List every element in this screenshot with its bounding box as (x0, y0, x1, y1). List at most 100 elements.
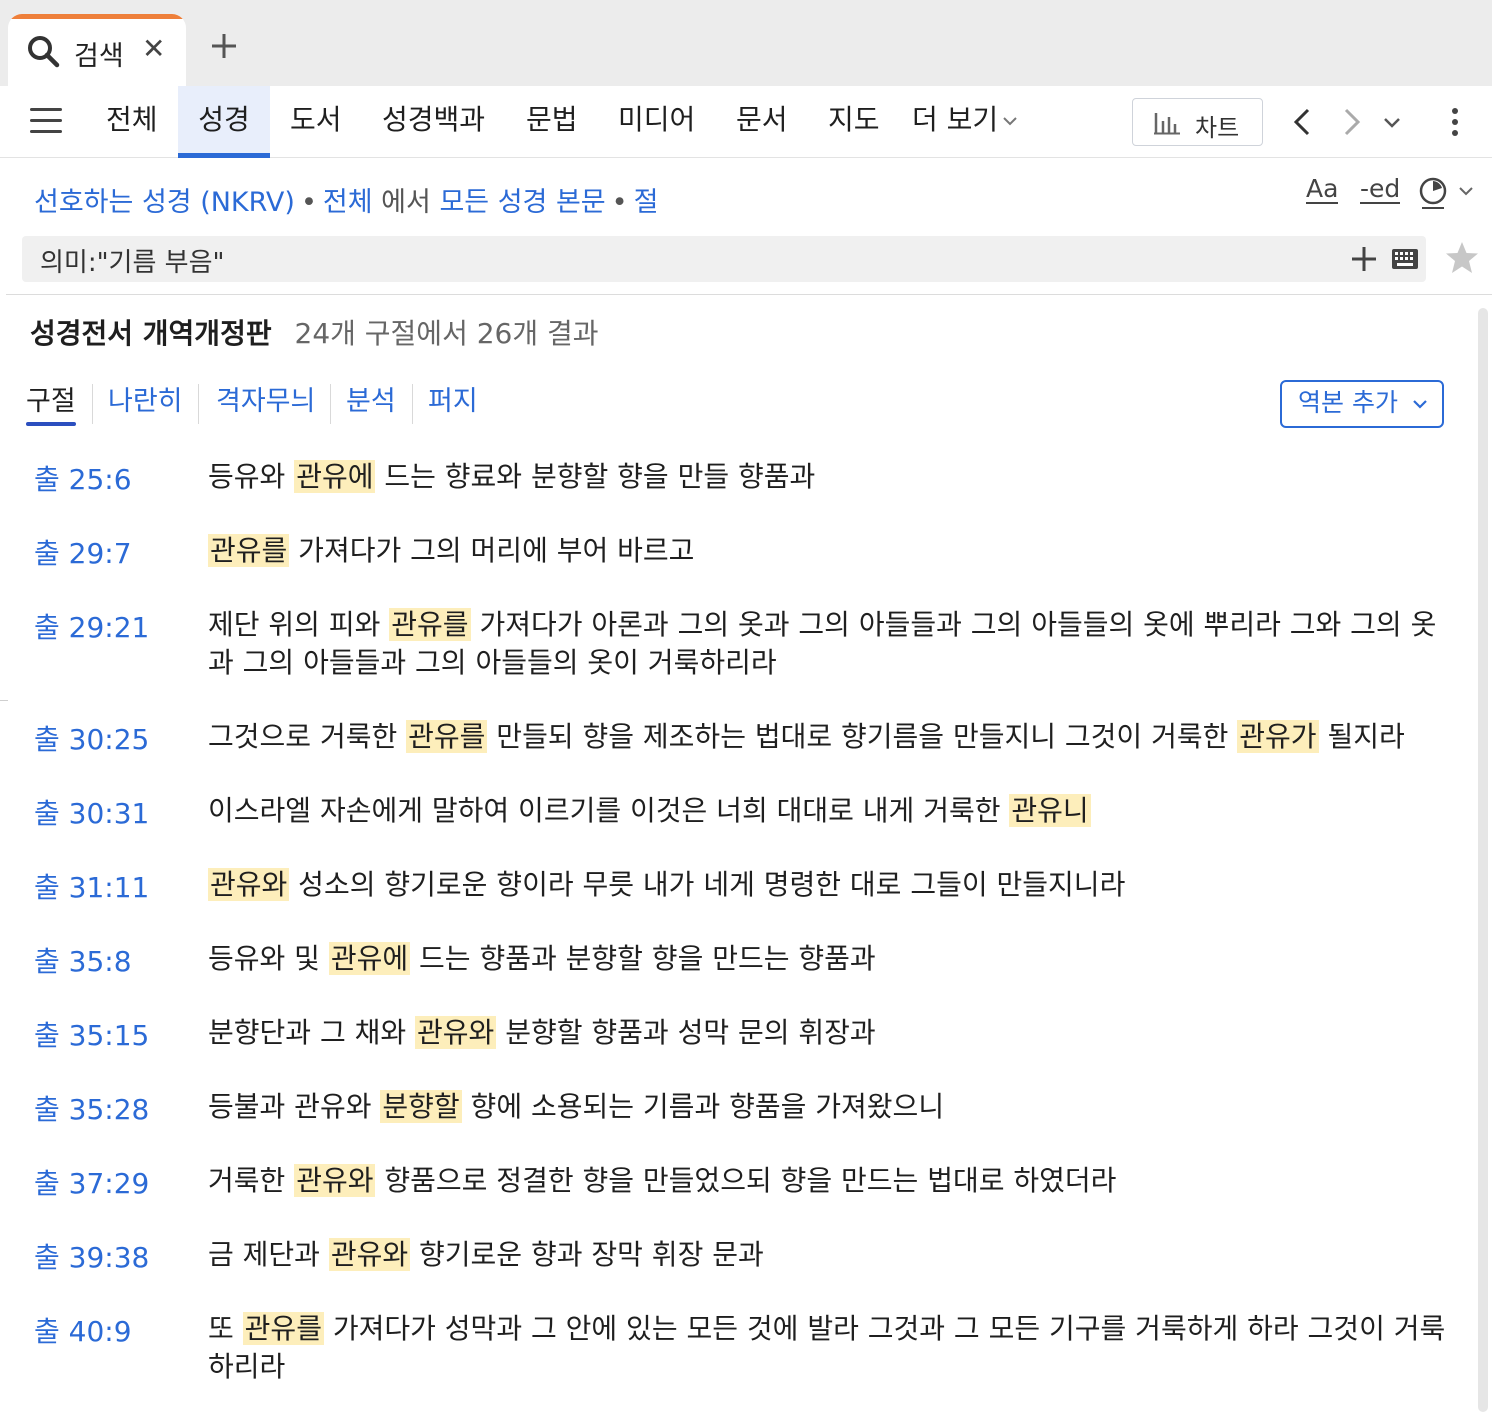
verse-text: 등유와 관유에 드는 향료와 분향할 향을 만들 향품과 (208, 458, 1458, 496)
breadcrumb-separator: • (300, 187, 317, 218)
chevron-down-icon (1003, 117, 1017, 126)
search-hit[interactable]: 관유와 (208, 868, 290, 901)
verse-text-segment: 가져다가 그의 머리에 부어 바르고 (289, 534, 695, 567)
divider (92, 384, 93, 424)
verse-text: 등유와 및 관유에 드는 향품과 분향할 향을 만드는 향품과 (208, 940, 1458, 978)
nav-item-maps[interactable]: 지도 (828, 86, 880, 158)
tab-fuzzy[interactable]: 퍼지 (428, 380, 478, 424)
nav-item-bible[interactable]: 성경 (178, 86, 270, 158)
verse-text-segment: 향에 소용되는 기름과 향품을 가져왔으니 (461, 1090, 945, 1123)
search-hit[interactable]: 관유를 (406, 720, 488, 753)
verse-text-segment: 제단 위의 피와 (208, 608, 390, 641)
search-hit[interactable]: 관유가 (1237, 720, 1319, 753)
chart-label: 차트 (1195, 114, 1240, 142)
verse-text: 금 제단과 관유와 향기로운 향과 장막 휘장 문과 (208, 1236, 1458, 1274)
search-scope-breadcrumb: 선호하는 성경 (NKRV) • 전체 에서 모든 성경 본문 • 절 (34, 180, 658, 219)
verse-text-segment: 등불과 관유와 (208, 1090, 381, 1123)
verse-text-segment: 드는 향료와 분향할 향을 만들 향품과 (375, 460, 816, 493)
verse-text: 거룩한 관유와 향품으로 정결한 향을 만들었으되 향을 만드는 법대로 하였더… (208, 1162, 1458, 1200)
verse-reference-link[interactable]: 출 25:6 (34, 458, 132, 498)
add-version-label: 역본 추가 (1298, 388, 1398, 417)
tab-strip: 검색 ✕ (0, 0, 1492, 88)
preferred-bible-link[interactable]: 선호하는 성경 (NKRV) (34, 187, 295, 218)
verse-text-segment: 그것으로 거룩한 (208, 720, 407, 753)
search-hit[interactable]: 분향할 (380, 1090, 462, 1123)
nav-item-documents[interactable]: 문서 (736, 86, 788, 158)
search-hit[interactable]: 관유와 (294, 1164, 376, 1197)
search-hit[interactable]: 관유와 (328, 1238, 411, 1271)
close-icon[interactable]: ✕ (142, 34, 165, 64)
verse-reference-link[interactable]: 출 40:9 (34, 1310, 132, 1350)
keyboard-icon[interactable] (1392, 249, 1418, 269)
verse-reference-link[interactable]: 출 29:21 (34, 606, 149, 646)
nav-item-encyclopedia[interactable]: 성경백과 (382, 86, 485, 158)
verse-reference-link[interactable]: 출 31:11 (34, 866, 149, 906)
verse-text: 분향단과 그 채와 관유와 분향할 향품과 성막 문의 휘장과 (208, 1014, 1458, 1052)
chart-button[interactable]: 차트 (1132, 98, 1263, 146)
search-query[interactable]: 의미:"기름 부음" (40, 242, 224, 279)
verse-text-segment: 등유와 (208, 460, 295, 493)
target-link[interactable]: 모든 성경 본문 (439, 187, 605, 218)
scrollbar[interactable] (1478, 308, 1488, 1412)
history-icon[interactable] (1418, 176, 1476, 210)
star-icon[interactable] (1444, 240, 1480, 276)
forward-icon[interactable] (1340, 106, 1364, 138)
add-version-button[interactable]: 역본 추가 (1280, 380, 1444, 428)
verse-reference-link[interactable]: 출 35:15 (34, 1014, 149, 1054)
unit-link[interactable]: 절 (634, 187, 659, 218)
scope-connector: 에서 (381, 187, 431, 218)
search-hit[interactable]: 관유와 (415, 1016, 497, 1049)
tab-verses[interactable]: 구절 (26, 380, 76, 426)
verse-text: 등불과 관유와 분향할 향에 소용되는 기름과 향품을 가져왔으니 (208, 1088, 1458, 1126)
tab-grid[interactable]: 격자무늬 (216, 380, 315, 424)
search-input[interactable]: 의미:"기름 부음" (22, 236, 1426, 282)
inflection-icon[interactable]: -ed (1360, 176, 1401, 204)
search-hit[interactable]: 관유에 (328, 942, 411, 975)
history-chevron-icon[interactable] (1382, 106, 1402, 138)
more-options-icon[interactable] (1448, 106, 1462, 138)
verse-text-segment: 등유와 및 (208, 942, 329, 975)
verse-text: 또 관유를 가져다가 성막과 그 안에 있는 모든 것에 발라 그것과 그 모든… (208, 1310, 1458, 1386)
plus-icon[interactable] (206, 28, 242, 64)
verse-text: 관유를 가져다가 그의 머리에 부어 바르고 (208, 532, 1458, 570)
verse-reference-link[interactable]: 출 35:28 (34, 1088, 149, 1128)
verse-text-segment: 금 제단과 (208, 1238, 329, 1271)
verse-text-segment: 만들되 향을 제조하는 법대로 향기름을 만들지니 그것이 거룩한 (487, 720, 1238, 753)
search-hit[interactable]: 관유에 (294, 460, 376, 493)
verse-reference-link[interactable]: 출 37:29 (34, 1162, 149, 1202)
search-hit[interactable]: 관유를 (242, 1312, 324, 1345)
font-settings-icon[interactable]: Aa (1306, 176, 1339, 204)
nav-item-more[interactable]: 더 보기 (912, 86, 1018, 158)
verse-reference-link[interactable]: 출 30:25 (34, 718, 149, 758)
verse-text-segment: 분향단과 그 채와 (208, 1016, 416, 1049)
nav-item-media[interactable]: 미디어 (618, 86, 695, 158)
verse-text-segment: 드는 향품과 분향할 향을 만드는 향품과 (410, 942, 876, 975)
verse-text: 관유와 성소의 향기로운 향이라 무릇 내가 네게 명령한 대로 그들이 만들지… (208, 866, 1458, 904)
bar-chart-icon (1154, 113, 1180, 135)
tab-label: 검색 (74, 41, 124, 72)
search-hit[interactable]: 관유니 (1009, 794, 1091, 827)
back-icon[interactable] (1290, 106, 1314, 138)
search-hit[interactable]: 관유를 (389, 608, 471, 641)
divider (330, 384, 331, 424)
verse-reference-link[interactable]: 출 35:8 (34, 940, 132, 980)
search-hit[interactable]: 관유를 (208, 534, 290, 567)
verse-text-segment: 될지라 (1318, 720, 1405, 753)
pane-edge (0, 700, 8, 701)
nav-item-books[interactable]: 도서 (290, 86, 342, 158)
menu-icon[interactable] (30, 108, 62, 136)
verse-text-segment: 향품으로 정결한 향을 만들었으되 향을 만드는 법대로 하였더라 (375, 1164, 1117, 1197)
breadcrumb-separator: • (611, 187, 628, 218)
nav-item-all[interactable]: 전체 (106, 86, 158, 158)
tab-search[interactable]: 검색 ✕ (8, 14, 186, 88)
nav-more-label: 더 보기 (912, 103, 999, 136)
verse-text-segment: 가져다가 성막과 그 안에 있는 모든 것에 발라 그것과 그 모든 기구를 거… (208, 1312, 1446, 1383)
tab-analysis[interactable]: 분석 (346, 380, 396, 424)
verse-reference-link[interactable]: 출 30:31 (34, 792, 149, 832)
add-term-icon[interactable] (1350, 245, 1378, 273)
verse-reference-link[interactable]: 출 39:38 (34, 1236, 149, 1276)
tab-parallel[interactable]: 나란히 (108, 380, 183, 424)
scope-link[interactable]: 전체 (323, 187, 373, 218)
verse-reference-link[interactable]: 출 29:7 (34, 532, 132, 572)
nav-item-grammar[interactable]: 문법 (526, 86, 578, 158)
